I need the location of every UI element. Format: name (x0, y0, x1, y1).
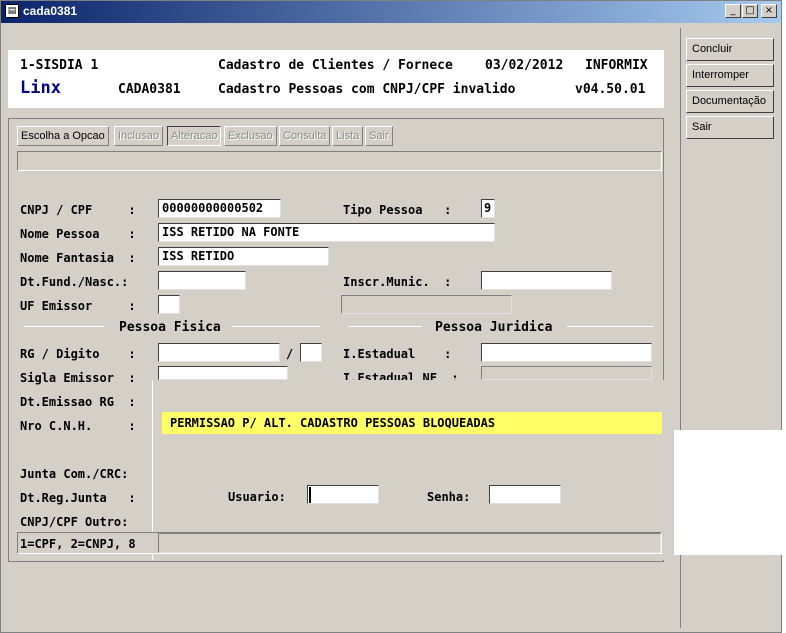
tipo-pessoa-field[interactable]: 9 (481, 199, 495, 218)
inscr-munic-label: Inscr.Munic. : (343, 275, 452, 289)
documentacao-button[interactable]: Documentação (686, 90, 774, 113)
status-message-field (158, 533, 661, 553)
rg-digito-label: RG / Digito : (20, 347, 136, 361)
tipo-pessoa-label: Tipo Pessoa : (343, 203, 452, 217)
text-cursor (309, 487, 311, 503)
usuario-field[interactable] (307, 485, 379, 504)
title-bar[interactable]: ▤ cada0381 _ □ × (1, 1, 781, 23)
pj-divider-left (348, 326, 422, 327)
senha-field[interactable] (489, 485, 561, 504)
program-header: 1-SISDIA 1 Cadastro de Clientes / Fornec… (8, 50, 664, 108)
lista-button[interactable]: Lista (332, 126, 364, 146)
senha-label: Senha: (427, 490, 471, 504)
nome-fantasia-label: Nome Fantasia : (20, 251, 136, 265)
minimize-button[interactable]: _ (725, 4, 741, 18)
cnpj-field[interactable]: 00000000000502 (158, 199, 281, 218)
rg-separator: / (286, 347, 294, 361)
pessoa-fisica-header: Pessoa Fisica (119, 320, 221, 335)
i-estadual-label: I.Estadual : (343, 347, 452, 361)
pf-divider-left (24, 326, 104, 327)
rg-field[interactable] (158, 343, 280, 362)
i-estadual-nf-label: I.Estadual NF : (343, 371, 459, 380)
header-date: 03/02/2012 (485, 58, 564, 73)
uf-emissor-field[interactable] (158, 295, 180, 314)
program-code: CADA0381 (118, 82, 181, 97)
dt-fund-field[interactable] (158, 271, 246, 290)
i-estadual-field[interactable] (481, 343, 652, 362)
concluir-button[interactable]: Concluir (686, 38, 774, 61)
warning-message: PERMISSAO P/ ALT. CADASTRO PESSOAS BLOQU… (170, 416, 496, 430)
header-title: Cadastro de Clientes / Fornece (218, 58, 453, 73)
i-estadual-nf-field (481, 366, 652, 380)
dt-fund-label: Dt.Fund./Nasc.: (20, 275, 129, 289)
escolha-opcao-button[interactable]: Escolha a Opcao (17, 126, 109, 146)
blank-area (674, 430, 786, 555)
linx-logo: Linx (20, 78, 61, 98)
status-hint: 1=CPF, 2=CNPJ, 8 (20, 537, 136, 551)
nro-cnh-label: Nro C.N.H. : (20, 419, 136, 433)
close-button[interactable]: × (761, 4, 777, 18)
pessoa-juridica-header: Pessoa Juridica (435, 320, 553, 335)
inclusao-button[interactable]: Inclusao (114, 126, 163, 146)
pj-divider-right (567, 326, 653, 327)
cnpj-outro-label: CNPJ/CPF Outro: (20, 515, 129, 529)
sigla-emissor-label: Sigla Emissor : (20, 371, 136, 385)
sair-toolbar-button[interactable]: Sair (365, 126, 393, 146)
nome-pessoa-field[interactable]: ISS RETIDO NA FONTE (158, 223, 495, 242)
maximize-button[interactable]: □ (742, 4, 758, 18)
uf-description-field (341, 295, 512, 314)
nome-pessoa-label: Nome Pessoa : (20, 227, 136, 241)
junta-com-label: Junta Com./CRC: (20, 467, 129, 481)
uf-emissor-label: UF Emissor : (20, 299, 136, 313)
sigla-emissor-field[interactable] (158, 366, 288, 380)
exclusao-button[interactable]: Exclusao (224, 126, 277, 146)
rg-digit-field[interactable] (300, 343, 322, 362)
window-title: cada0381 (23, 4, 78, 18)
inscr-munic-field[interactable] (481, 271, 612, 290)
nome-fantasia-field[interactable]: ISS RETIDO (158, 247, 329, 266)
header-db: INFORMIX (585, 58, 648, 73)
header-subtitle: Cadastro Pessoas com CNPJ/CPF invalido (218, 82, 516, 97)
message-bar (17, 151, 662, 171)
consulta-button[interactable]: Consulta (279, 126, 331, 146)
interromper-button[interactable]: Interromper (686, 64, 774, 87)
pf-divider-right (232, 326, 320, 327)
program-version: v04.50.01 (575, 82, 646, 97)
system-name: 1-SISDIA 1 (20, 58, 99, 73)
dt-reg-junta-label: Dt.Reg.Junta : (20, 491, 136, 505)
alteracao-button[interactable]: Alteracao (167, 126, 222, 146)
dt-emissao-rg-label: Dt.Emissao RG : (20, 395, 136, 409)
sair-side-button[interactable]: Sair (686, 116, 774, 139)
usuario-label: Usuario: (228, 490, 286, 504)
app-icon[interactable]: ▤ (5, 4, 19, 18)
cnpj-label: CNPJ / CPF : (20, 203, 136, 217)
